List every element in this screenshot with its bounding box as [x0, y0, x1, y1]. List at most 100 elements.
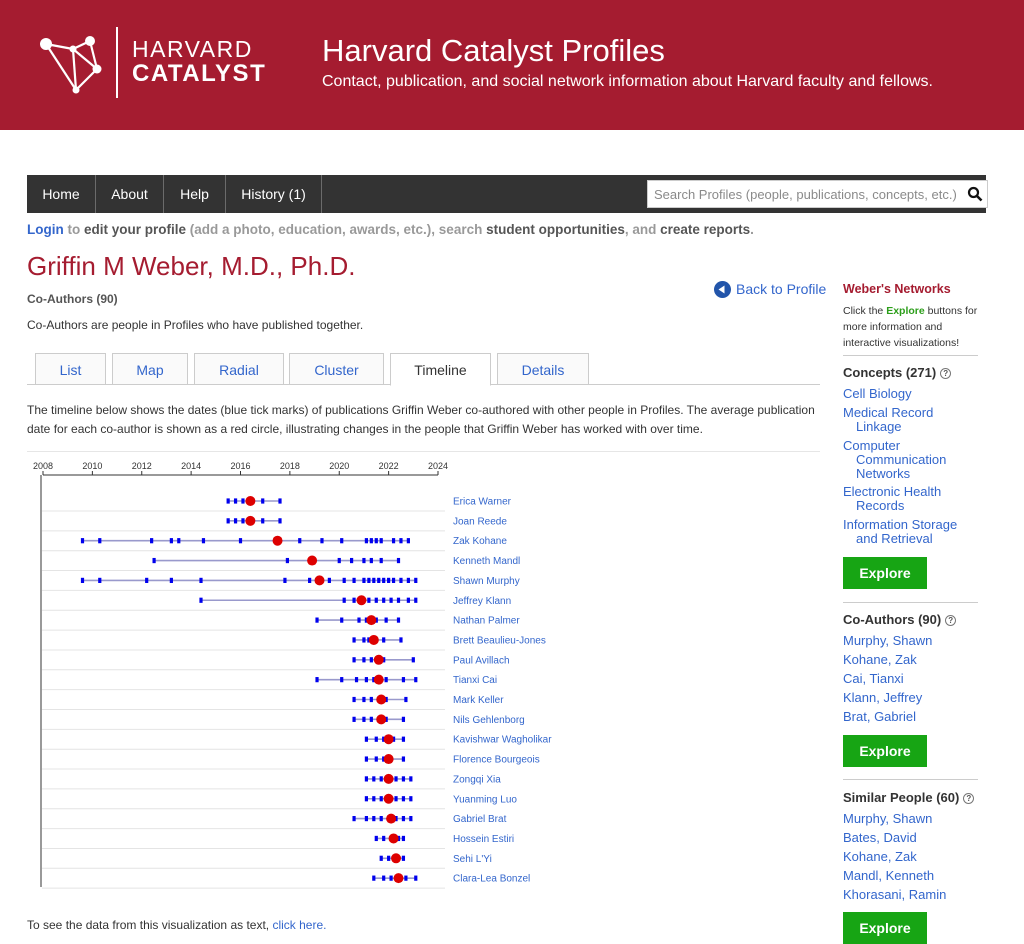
- similar-link-mandl[interactable]: Mandl, Kenneth: [843, 869, 934, 883]
- coauthor-name-link[interactable]: Mark Keller: [453, 695, 504, 706]
- publication-tick: [362, 557, 366, 564]
- tab-list[interactable]: List: [35, 353, 106, 384]
- coauthor-name-link[interactable]: Shawn Murphy: [453, 576, 520, 587]
- catalyst-network-logo-icon[interactable]: [36, 32, 108, 96]
- concept-link-electronic-health-records[interactable]: Electronic Health Records: [843, 485, 941, 513]
- help-icon[interactable]: ?: [940, 368, 952, 379]
- networks-description: Click the Explore buttons for more infor…: [843, 303, 979, 351]
- coauthor-name-link[interactable]: Florence Bourgeois: [453, 755, 540, 766]
- publication-tick: [379, 538, 383, 544]
- average-date-marker: [245, 515, 256, 526]
- x-tick-label: 2012: [132, 461, 152, 471]
- back-to-profile-label: Back to Profile: [736, 281, 827, 297]
- similar-link-kohane[interactable]: Kohane, Zak: [843, 850, 917, 864]
- similar-people-title: Similar People (60): [843, 790, 960, 805]
- search-icon[interactable]: [967, 186, 983, 202]
- coauthor-name-link[interactable]: Zongqi Xia: [453, 774, 501, 785]
- coauthor-name-link[interactable]: Jeffrey Klann: [453, 596, 511, 607]
- login-link[interactable]: Login: [27, 222, 64, 237]
- similar-link-khorasani[interactable]: Khorasani, Ramin: [843, 888, 946, 902]
- concept-link-medical-record-linkage[interactable]: Medical Record Linkage: [843, 406, 933, 434]
- publication-tick: [152, 557, 156, 564]
- coauthor-name-link[interactable]: Kenneth Mandl: [453, 556, 520, 567]
- coauthor-name-link[interactable]: Sehi L'Yi: [453, 854, 492, 865]
- chevron-down-icon[interactable]: [992, 187, 1008, 199]
- publication-tick: [364, 538, 369, 544]
- coauthor-name-link[interactable]: Clara-Lea Bonzel: [453, 874, 530, 885]
- publication-tick: [372, 875, 376, 881]
- coauthor-link-klann[interactable]: Klann, Jeffrey: [843, 691, 922, 705]
- similar-link-bates[interactable]: Bates, David: [843, 831, 917, 845]
- publication-tick: [372, 577, 376, 583]
- nav-help[interactable]: Help: [164, 175, 226, 213]
- coauthor-name-link[interactable]: Tianxi Cai: [453, 675, 497, 686]
- tab-details[interactable]: Details: [497, 353, 589, 384]
- data-as-text-link[interactable]: click here.: [272, 918, 326, 932]
- average-date-marker: [383, 734, 394, 745]
- coauthor-link-kohane[interactable]: Kohane, Zak: [843, 653, 917, 667]
- coauthor-name-link[interactable]: Hossein Estiri: [453, 834, 514, 845]
- publication-tick: [80, 538, 85, 544]
- publication-tick: [379, 855, 383, 861]
- help-icon[interactable]: ?: [963, 793, 975, 804]
- publication-tick: [401, 716, 406, 722]
- explore-similar-button[interactable]: Explore: [843, 912, 927, 944]
- tab-cluster[interactable]: Cluster: [289, 353, 384, 384]
- coauthor-name-link[interactable]: Joan Reede: [453, 516, 507, 527]
- tab-radial[interactable]: Radial: [194, 353, 284, 384]
- coauthor-name-link[interactable]: Kavishwar Wagholikar: [453, 735, 552, 746]
- publication-tick: [377, 577, 381, 583]
- publication-tick: [399, 577, 403, 583]
- coauthor-link-murphy[interactable]: Murphy, Shawn: [843, 634, 932, 648]
- coauthor-link-cai[interactable]: Cai, Tianxi: [843, 672, 904, 686]
- section-description: Co-Authors are people in Profiles who ha…: [27, 318, 364, 332]
- explore-concepts-button[interactable]: Explore: [843, 557, 927, 589]
- site-header: HARVARD CATALYST Harvard Catalyst Profil…: [0, 0, 1024, 130]
- nav-about[interactable]: About: [96, 175, 164, 213]
- nav-home[interactable]: Home: [27, 175, 96, 213]
- concept-link-text: and Retrieval: [856, 531, 933, 546]
- logo-text-catalyst[interactable]: CATALYST: [132, 61, 266, 87]
- concept-link-cell-biology[interactable]: Cell Biology: [843, 387, 912, 401]
- concept-link-information-storage-retrieval[interactable]: Information Storage and Retrieval: [843, 518, 957, 546]
- coauthor-name-link[interactable]: Brett Beaulieu-Jones: [453, 635, 546, 646]
- publication-tick: [379, 816, 383, 822]
- help-icon[interactable]: ?: [945, 615, 957, 626]
- site-subtitle: Contact, publication, and social network…: [322, 73, 933, 90]
- publication-tick: [278, 498, 282, 504]
- main-nav: Home About Help History (1): [27, 175, 1008, 213]
- publication-tick: [406, 538, 410, 544]
- coauthor-name-link[interactable]: Gabriel Brat: [453, 814, 507, 825]
- coauthor-name-link[interactable]: Nils Gehlenborg: [453, 715, 525, 726]
- concept-link-computer-communication-networks[interactable]: Computer Communication Networks: [843, 439, 946, 481]
- publication-tick: [226, 498, 230, 504]
- publication-tick: [396, 617, 401, 623]
- coauthor-name-link[interactable]: Zak Kohane: [453, 536, 507, 547]
- coauthor-name-link[interactable]: Erica Warner: [453, 497, 512, 508]
- similar-link-murphy[interactable]: Murphy, Shawn: [843, 812, 932, 826]
- average-date-marker: [393, 873, 404, 884]
- publication-tick: [399, 538, 403, 544]
- concept-link-text: Medical Record: [843, 405, 934, 420]
- average-date-marker: [383, 773, 394, 784]
- logo-text-harvard[interactable]: HARVARD: [132, 37, 253, 61]
- login-text-to: to: [63, 222, 84, 237]
- publication-tick: [354, 677, 359, 683]
- coauthor-name-link[interactable]: Nathan Palmer: [453, 616, 520, 627]
- publication-tick: [342, 597, 346, 603]
- tab-map[interactable]: Map: [112, 353, 188, 384]
- publication-tick: [145, 577, 149, 583]
- search-input[interactable]: [654, 181, 964, 207]
- publication-tick: [364, 796, 369, 802]
- tab-timeline[interactable]: Timeline: [390, 353, 491, 386]
- nav-history[interactable]: History (1): [226, 175, 322, 213]
- publication-tick: [357, 617, 361, 623]
- coauthor-name-link[interactable]: Yuanming Luo: [453, 794, 517, 805]
- publication-tick: [387, 855, 391, 861]
- site-title[interactable]: Harvard Catalyst Profiles: [322, 33, 665, 69]
- coauthors-heading: Co-Authors (90)?: [843, 612, 957, 627]
- coauthor-name-link[interactable]: Paul Avillach: [453, 655, 510, 666]
- coauthor-link-brat[interactable]: Brat, Gabriel: [843, 710, 916, 724]
- explore-coauthors-button[interactable]: Explore: [843, 735, 927, 767]
- publication-tick: [382, 637, 386, 643]
